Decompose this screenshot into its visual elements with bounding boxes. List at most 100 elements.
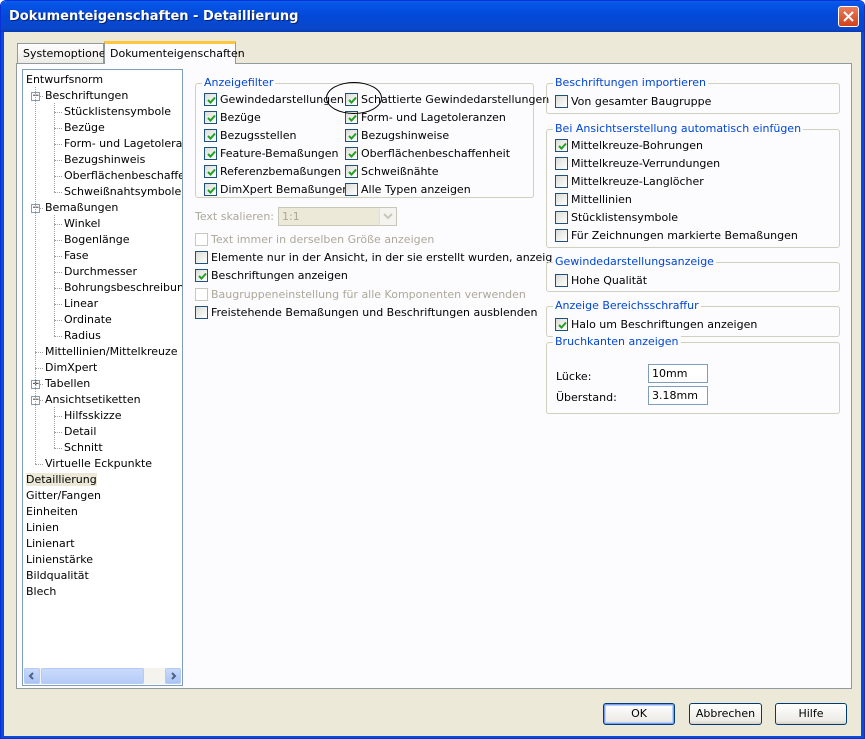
tree-item[interactable]: Entwurfsnorm (26, 73, 103, 87)
tree-item-label: Fase (64, 249, 89, 262)
tree-item[interactable]: Detaillierung (26, 473, 97, 487)
tree-item[interactable]: Ordinate (64, 313, 112, 327)
checkbox[interactable] (555, 318, 568, 331)
tree-item[interactable]: Stücklistensymbole (64, 105, 171, 119)
checkbox[interactable] (195, 251, 208, 264)
tree-item-label: Blech (26, 585, 57, 598)
checkbox[interactable] (204, 111, 217, 124)
checkbox[interactable] (555, 274, 568, 287)
checkbox[interactable] (204, 93, 217, 106)
checkmark-icon (207, 186, 216, 194)
tree-item[interactable]: Einheiten (26, 505, 78, 519)
checkmark-icon (348, 132, 357, 140)
group-legend: Gewindedarstellungsanzeige (553, 255, 716, 268)
tree-item[interactable]: Bemaßungen (45, 201, 118, 215)
tree-item[interactable]: Radius (64, 329, 101, 343)
overhang-input[interactable]: 3.18mm (648, 386, 708, 405)
checkbox[interactable] (555, 229, 568, 242)
checkbox[interactable] (204, 165, 217, 178)
checkmark-icon (198, 272, 207, 280)
checkbox-label: Oberflächenbeschaffenheit (361, 147, 511, 160)
tree-item[interactable]: Linear (64, 297, 98, 311)
tree-item[interactable]: Hilfsskizze (64, 409, 121, 423)
tree-item[interactable]: DimXpert (45, 361, 97, 375)
scroll-thumb[interactable] (41, 668, 144, 684)
tree-item-label: Detail (64, 425, 97, 438)
tree-item-label: Bohrungsbeschreibung (64, 281, 183, 294)
tree-item[interactable]: Bildqualität (26, 569, 89, 583)
tree-item[interactable]: Gitter/Fangen (26, 489, 101, 503)
tree-item[interactable]: Blech (26, 585, 56, 599)
checkbox[interactable] (555, 175, 568, 188)
checkbox[interactable] (345, 183, 358, 196)
checkbox[interactable] (555, 193, 568, 206)
tree-item[interactable]: Bezüge (64, 121, 105, 135)
tree-item-label: Stücklistensymbole (64, 105, 172, 118)
checkbox[interactable] (204, 147, 217, 160)
tree-connector (54, 192, 62, 193)
cancel-button[interactable]: Abbrechen (689, 703, 762, 725)
checkbox[interactable] (345, 93, 358, 106)
checkbox-label: Elemente nur in der Ansicht, in der sie … (211, 251, 567, 264)
tree-item[interactable]: Oberflächenbeschaffenheit (64, 169, 182, 183)
close-button[interactable] (838, 6, 859, 27)
tree-horizontal-scrollbar[interactable] (24, 668, 181, 684)
checkbox[interactable] (555, 139, 568, 152)
checkbox[interactable] (555, 211, 568, 224)
checkbox[interactable] (195, 288, 208, 301)
ok-button[interactable]: OK (603, 703, 675, 725)
text-scale-combo[interactable]: 1:1 (278, 207, 397, 226)
tree-item[interactable]: Fase (64, 249, 89, 263)
tree-guide-line (35, 87, 36, 464)
tree-item[interactable]: Form- und Lagetoleranzen (64, 137, 182, 151)
checkbox-label: Von gesamter Baugruppe (571, 95, 712, 108)
checkbox[interactable] (204, 129, 217, 142)
tab-label: Systemoptionen (23, 47, 113, 60)
tree-item[interactable]: Bezugshinweis (64, 153, 145, 167)
checkbox[interactable] (345, 165, 358, 178)
arrow-right-icon (171, 672, 177, 680)
tree-item[interactable]: Bogenlänge (64, 233, 130, 247)
tree-item[interactable]: Mittellinien/Mittelkreuze (45, 345, 178, 359)
checkbox-label: Mittelkreuze-Verrundungen (571, 157, 721, 170)
tree-item-label: Beschriftungen (45, 89, 129, 102)
checkmark-icon (348, 168, 357, 176)
tree-item[interactable]: Beschriftungen (45, 89, 128, 103)
scroll-left-button[interactable] (24, 668, 40, 684)
checkbox[interactable] (555, 95, 568, 108)
options-tree[interactable]: Entwurfsnorm Beschriftungen − Stücklistensy… (22, 69, 183, 686)
checkbox[interactable] (345, 147, 358, 160)
chevron-down-icon (383, 213, 393, 220)
scroll-right-button[interactable] (165, 668, 181, 684)
gap-input[interactable]: 10mm (648, 364, 708, 383)
tree-item[interactable]: Linienart (26, 537, 75, 551)
tree-item[interactable]: Tabellen (45, 377, 90, 391)
tab-dokumenteigenschaften[interactable]: Dokumenteigenschaften (104, 41, 245, 64)
tab-label: Dokumenteigenschaften (110, 47, 245, 60)
checkbox[interactable] (195, 233, 208, 246)
tree-item[interactable]: Virtuelle Eckpunkte (45, 457, 152, 471)
tree-item[interactable]: Linien (26, 521, 59, 535)
checkbox-label: Referenzbemaßungen (220, 165, 342, 178)
checkbox[interactable] (204, 183, 217, 196)
tree-item[interactable]: Ansichtsetiketten (45, 393, 141, 407)
tree-item[interactable]: Schnitt (64, 441, 103, 455)
help-button[interactable]: Hilfe (775, 703, 847, 725)
combo-dropdown-button[interactable] (379, 208, 396, 225)
tree-item[interactable]: Detail (64, 425, 96, 439)
cancel-label: Abbrechen (695, 707, 756, 720)
checkbox[interactable] (345, 129, 358, 142)
checkbox[interactable] (345, 111, 358, 124)
window-title: Dokumenteigenschaften - Detaillierung (9, 9, 299, 24)
checkbox[interactable] (195, 306, 208, 319)
checkbox[interactable] (195, 269, 208, 282)
checkbox[interactable] (555, 157, 568, 170)
tree-guide-line (54, 407, 55, 448)
tree-item[interactable]: Bohrungsbeschreibung (64, 281, 183, 295)
tree-item[interactable]: Winkel (64, 217, 100, 231)
tree-item[interactable]: Durchmesser (64, 265, 137, 279)
tree-item[interactable]: Linienstärke (26, 553, 93, 567)
tab-systemoptionen[interactable]: Systemoptionen (17, 43, 113, 63)
checkbox-label: Mittelkreuze-Bohrungen (571, 139, 703, 152)
tree-item[interactable]: Schweißnahtsymbole (64, 185, 181, 199)
